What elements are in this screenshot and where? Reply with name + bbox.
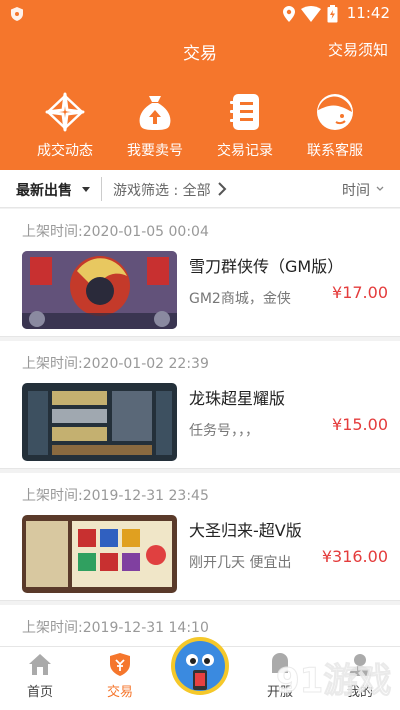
feature-deal-activity[interactable]: 成交动态 — [20, 92, 110, 160]
trade-notice-link[interactable]: 交易须知 — [328, 39, 388, 60]
mascot-float-button[interactable] — [170, 636, 230, 696]
sort-dropdown[interactable]: 最新出售 — [16, 180, 72, 200]
feature-trade-records[interactable]: 交易记录 — [200, 92, 290, 160]
game-thumbnail — [22, 383, 177, 461]
status-bar: 11:42 — [0, 0, 400, 28]
battery-icon — [327, 5, 338, 23]
game-thumbnail — [22, 515, 177, 593]
listing-time: 上架时间:2020-01-02 22:39 — [22, 356, 209, 372]
deal-activity-icon — [45, 92, 85, 132]
game-name: 大圣归来-超V版 — [189, 521, 302, 540]
watermark-text: 91游戏 — [276, 661, 391, 701]
caret-down-icon[interactable] — [82, 187, 90, 192]
customer-service-icon — [317, 94, 353, 130]
listing-description: 任务号，，， — [189, 423, 259, 439]
game-thumbnail — [22, 251, 177, 329]
listing-time: 上架时间:2019-12-31 14:10 — [22, 620, 209, 636]
tab-home[interactable]: 首页 — [10, 651, 70, 700]
listing-item[interactable]: 上架时间:2020-01-05 00:04 雪刀群侠传（GM版） GM2商城，金… — [0, 209, 400, 337]
divider — [101, 177, 102, 201]
feature-customer-service[interactable]: 联系客服 — [290, 92, 380, 160]
chevron-right-icon[interactable] — [217, 181, 227, 197]
shield-notification-icon — [11, 7, 23, 21]
tab-label: 首页 — [26, 685, 53, 700]
money-bag-icon — [139, 96, 171, 130]
game-filter[interactable]: 游戏筛选 : 全部 — [113, 180, 211, 200]
feature-label: 成交动态 — [37, 143, 93, 159]
listing-description: GM2商城，金侠 — [189, 291, 291, 307]
trade-header: 交易 交易须知 成交动态 我要卖号 交易记录 联系客服 — [0, 28, 400, 170]
watermark-logo: 91游戏 — [276, 661, 392, 702]
listing-description: 刚开几天 便宜出 — [189, 555, 292, 571]
feature-label: 联系客服 — [307, 143, 363, 159]
location-icon — [283, 6, 295, 22]
price: ¥316.00 — [321, 547, 388, 566]
listing-time: 上架时间:2019-12-31 23:45 — [22, 488, 209, 504]
time-sort[interactable]: 时间 — [342, 180, 370, 200]
listing-item[interactable]: 上架时间:2020-01-02 22:39 龙珠超星耀版 任务号，，， ¥15.… — [0, 341, 400, 469]
chevron-down-icon[interactable] — [376, 186, 384, 192]
game-name: 龙珠超星耀版 — [189, 389, 286, 408]
tab-label: 交易 — [106, 685, 133, 700]
feature-label: 交易记录 — [217, 143, 273, 159]
listing-time: 上架时间:2020-01-05 00:04 — [22, 224, 209, 240]
trade-shield-icon — [110, 653, 130, 676]
tab-trade[interactable]: 交易 — [90, 651, 150, 700]
game-name: 雪刀群侠传（GM版） — [189, 257, 344, 276]
listing-item[interactable]: 上架时间:2019-12-31 23:45 大圣归来-超V版 刚开几天 便宜出 … — [0, 473, 400, 601]
home-icon — [29, 654, 51, 675]
wifi-icon — [301, 6, 321, 22]
record-book-icon — [230, 94, 259, 130]
feature-label: 我要卖号 — [127, 143, 183, 159]
filter-bar: 最新出售 游戏筛选 : 全部 时间 — [0, 170, 400, 208]
clock: 11:42 — [346, 4, 390, 22]
feature-sell-account[interactable]: 我要卖号 — [110, 92, 200, 160]
price: ¥17.00 — [332, 283, 388, 302]
price: ¥15.00 — [332, 415, 388, 434]
